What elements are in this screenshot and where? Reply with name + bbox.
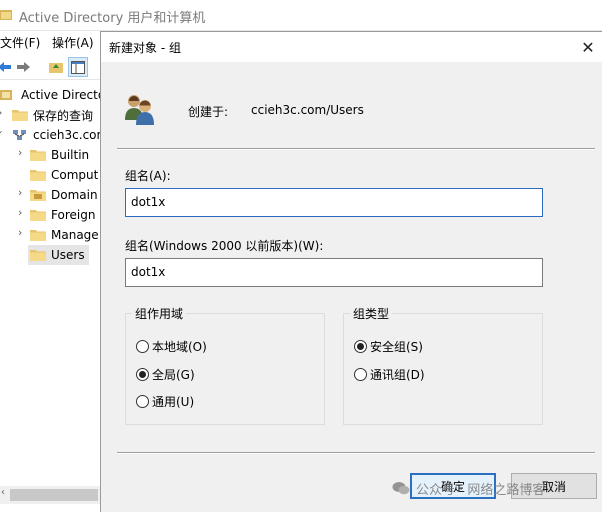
back-arrow-icon (0, 62, 11, 72)
radio-label: 本地域(O) (152, 339, 207, 354)
group-name-label: 组名(A): (125, 169, 171, 183)
radio-universal[interactable]: 通用(U) (136, 392, 194, 410)
console-tree: Active Director › 保存的查询 › ccieh3c.com › … (0, 82, 110, 482)
tree-horizontal-scrollbar[interactable]: ‹ (0, 486, 100, 504)
new-group-dialog: 新建对象 - 组 ✕ 创建于: ccieh3c.com/Users 组名(A):… (100, 31, 602, 512)
tree-item-domain[interactable]: ccieh3c.com (12, 125, 108, 145)
tree-item-foreign-security-principals[interactable]: Foreign (30, 205, 95, 225)
folder-icon (30, 249, 46, 261)
close-icon: ✕ (581, 37, 595, 57)
tree-item-users[interactable]: Users (28, 245, 89, 265)
domain-icon (12, 129, 28, 141)
tree-item-label: Foreign (51, 208, 96, 222)
radio-label: 安全组(S) (370, 339, 423, 354)
tree-item-domain-controllers[interactable]: Domain (30, 185, 98, 205)
folder-icon (30, 149, 46, 161)
ad-console-icon (0, 10, 12, 20)
group-name-pre2000-label: 组名(Windows 2000 以前版本)(W): (125, 239, 324, 253)
radio-button-icon (136, 367, 149, 381)
radio-button-icon (354, 339, 367, 353)
group-scope-title: 组作用域 (132, 305, 187, 322)
radio-label: 通用(U) (152, 394, 195, 409)
folder-icon (30, 189, 46, 201)
radio-label: 通讯组(D) (370, 367, 425, 382)
group-scope-box: 组作用域 本地域(O) 全局(G) 通用(U) (125, 305, 325, 425)
radio-button-icon (136, 394, 149, 408)
scrollbar-thumb[interactable] (10, 489, 98, 501)
group-type-box: 组类型 安全组(S) 通讯组(D) (343, 305, 543, 425)
tree-item-label: Domain (51, 188, 98, 202)
radio-security[interactable]: 安全组(S) (354, 337, 423, 355)
radio-domain-local[interactable]: 本地域(O) (136, 337, 207, 355)
back-button[interactable] (0, 57, 14, 77)
group-name-input[interactable]: dot1x (125, 188, 543, 217)
wechat-icon (392, 482, 410, 495)
radio-label: 全局(G) (152, 367, 195, 382)
background-window-title: Active Directory 用户和计算机 (19, 11, 206, 26)
chevron-down-icon[interactable]: › (0, 130, 7, 134)
radio-button-icon (136, 339, 149, 353)
watermark: 公众号 · 网络之路博客 (392, 478, 545, 498)
background-menubar: 文件(F) 操作(A) (0, 32, 110, 52)
background-titlebar: Active Directory 用户和计算机 (0, 0, 602, 31)
folder-up-icon (49, 63, 63, 73)
console-tree-icon (71, 60, 85, 74)
scroll-left-icon[interactable]: ‹ (1, 487, 5, 498)
group-type-title: 组类型 (350, 305, 393, 322)
create-in-label: 创建于: (188, 105, 229, 119)
chevron-right-icon[interactable]: › (18, 146, 22, 159)
tree-item-managed-service-accounts[interactable]: Manage (30, 225, 99, 245)
chevron-right-icon[interactable]: › (18, 186, 22, 199)
tree-item-builtin[interactable]: Builtin (30, 145, 89, 165)
dialog-titlebar: 新建对象 - 组 ✕ (101, 32, 602, 62)
tree-item-label: Users (51, 248, 85, 262)
tree-item-label: 保存的查询 (33, 108, 94, 123)
chevron-right-icon[interactable]: › (0, 106, 2, 119)
radio-button-icon (354, 367, 367, 381)
show-console-tree-button[interactable] (68, 57, 88, 77)
tree-item-root[interactable]: Active Director (0, 85, 110, 105)
chevron-right-icon[interactable]: › (18, 226, 22, 239)
tree-item-label: Builtin (51, 148, 90, 162)
tree-item-computers[interactable]: Comput (30, 165, 98, 185)
tree-item-saved-queries[interactable]: 保存的查询 (12, 105, 93, 125)
up-folder-button[interactable] (46, 57, 66, 77)
folder-icon (30, 169, 46, 181)
separator (117, 452, 595, 454)
forward-button[interactable] (14, 57, 34, 77)
radio-distribution[interactable]: 通讯组(D) (354, 365, 425, 383)
ad-root-icon (0, 89, 16, 101)
separator (117, 148, 595, 150)
menu-file[interactable]: 文件(F) (0, 34, 40, 51)
folder-icon (12, 109, 28, 121)
create-in-path: ccieh3c.com/Users (251, 103, 364, 117)
menu-action[interactable]: 操作(A) (52, 34, 94, 51)
tree-item-label: Active Director (21, 88, 111, 102)
background-toolbar (0, 54, 110, 80)
close-button[interactable]: ✕ (575, 34, 601, 60)
folder-icon (30, 229, 46, 241)
dialog-title: 新建对象 - 组 (109, 41, 181, 55)
tree-item-label: ccieh3c.com (33, 128, 109, 142)
radio-global[interactable]: 全局(G) (136, 365, 195, 383)
group-name-pre2000-input[interactable]: dot1x (125, 258, 543, 287)
chevron-right-icon[interactable]: › (18, 206, 22, 219)
tree-item-label: Comput (51, 168, 99, 182)
forward-arrow-icon (17, 62, 30, 72)
folder-icon (30, 209, 46, 221)
group-icon (125, 95, 154, 125)
tree-item-label: Manage (51, 228, 99, 242)
watermark-text: 公众号 · 网络之路博客 (416, 482, 546, 498)
